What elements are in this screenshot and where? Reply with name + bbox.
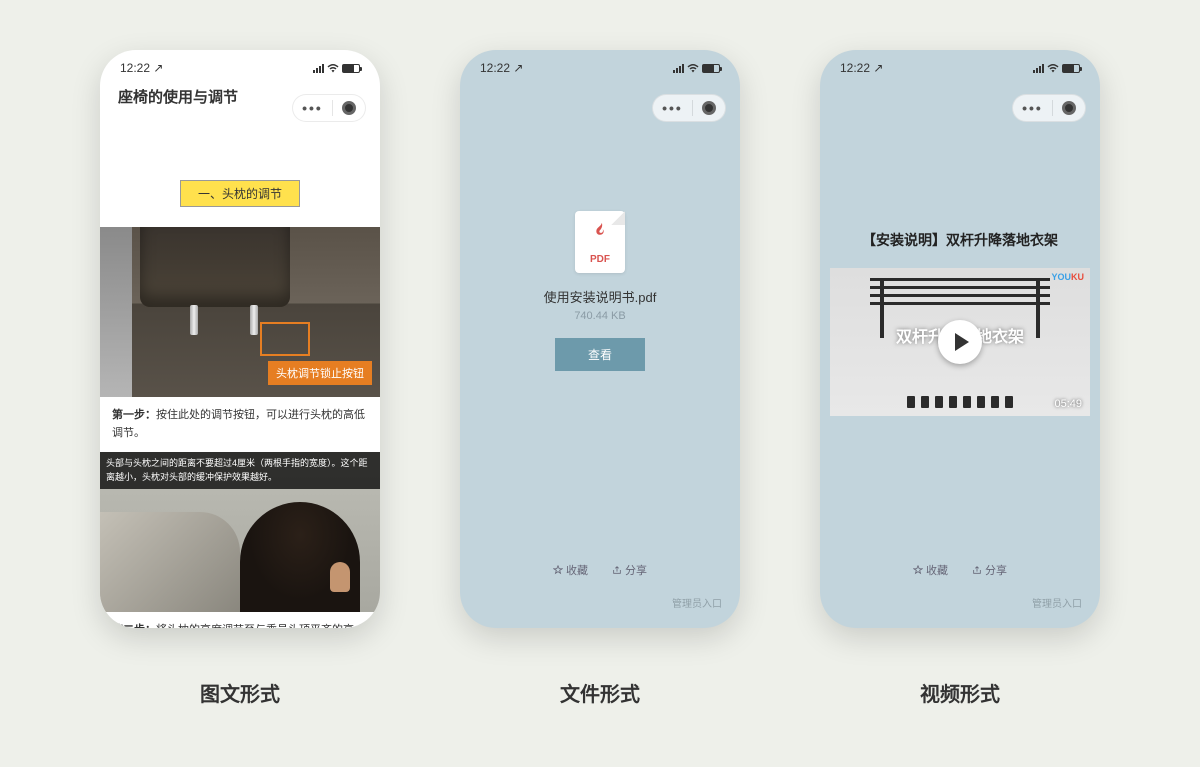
signal-icon: [1033, 64, 1044, 73]
phone-mockup-2: 12:22 ↗ ••• PDF 使用安装说明书.pdf 740.44 KB 查看: [460, 50, 740, 628]
video-duration: 05:49: [1054, 398, 1082, 410]
youku-logo: YOUKU: [1051, 272, 1084, 282]
more-icon[interactable]: •••: [1022, 101, 1043, 115]
admin-entry-link[interactable]: 管理员入口: [1032, 595, 1082, 610]
star-icon: [553, 565, 563, 575]
close-icon[interactable]: [1062, 101, 1076, 115]
column-label: 图文形式: [200, 678, 280, 707]
miniprogram-capsule[interactable]: •••: [652, 94, 726, 122]
video-title: 【安装说明】双杆升降落地衣架: [820, 230, 1100, 250]
status-time: 12:22 ↗: [480, 61, 523, 75]
wifi-icon: [1047, 62, 1059, 74]
battery-icon: [342, 64, 360, 73]
signal-icon: [313, 64, 324, 73]
share-button[interactable]: 分享: [972, 562, 1007, 578]
share-button[interactable]: 分享: [612, 562, 647, 578]
column-file: 12:22 ↗ ••• PDF 使用安装说明书.pdf 740.44 KB 查看: [460, 50, 740, 707]
phone-notch: [895, 50, 1025, 72]
location-icon: ↗: [153, 61, 163, 75]
close-icon[interactable]: [702, 101, 716, 115]
location-icon: ↗: [873, 61, 883, 75]
close-icon[interactable]: [342, 101, 356, 115]
column-label: 文件形式: [560, 678, 640, 707]
status-icons: [1033, 62, 1080, 74]
status-icons: [313, 62, 360, 74]
location-icon: ↗: [513, 61, 523, 75]
phone-mockup-3: 12:22 ↗ ••• 【安装说明】双杆升降落地衣架 YOUKU 双杆升降落地衣…: [820, 50, 1100, 628]
battery-icon: [1062, 64, 1080, 73]
pdf-icon: PDF: [575, 211, 625, 273]
signal-icon: [673, 64, 684, 73]
action-bar: 收藏 分享: [460, 562, 740, 578]
image-overlay-text: 头部与头枕之间的距离不要超过4厘米（两根手指的宽度）。这个距离越小，头枕对头部的…: [100, 452, 380, 489]
file-size: 740.44 KB: [460, 310, 740, 322]
share-icon: [612, 565, 622, 575]
column-video: 12:22 ↗ ••• 【安装说明】双杆升降落地衣架 YOUKU 双杆升降落地衣…: [820, 50, 1100, 707]
favorite-button[interactable]: 收藏: [553, 562, 588, 578]
image-annotation: 头枕调节锁止按钮: [268, 361, 372, 385]
status-icons: [673, 62, 720, 74]
file-block: PDF 使用安装说明书.pdf 740.44 KB 查看: [460, 211, 740, 371]
status-time: 12:22 ↗: [840, 61, 883, 75]
file-name: 使用安装说明书.pdf: [460, 287, 740, 306]
column-label: 视频形式: [920, 678, 1000, 707]
status-time: 12:22 ↗: [120, 61, 163, 75]
phone-mockup-1: 12:22 ↗ 座椅的使用与调节 ••• 一、头枕的调节 头枕调节锁止按钮 第一…: [100, 50, 380, 628]
column-image-text: 12:22 ↗ 座椅的使用与调节 ••• 一、头枕的调节 头枕调节锁止按钮 第一…: [100, 50, 380, 707]
share-icon: [972, 565, 982, 575]
article-body[interactable]: 一、头枕的调节 头枕调节锁止按钮 第一步：按住此处的调节按钮，可以进行头枕的高低…: [100, 130, 380, 628]
miniprogram-capsule[interactable]: •••: [292, 94, 366, 122]
play-icon[interactable]: [938, 320, 982, 364]
video-player[interactable]: YOUKU 双杆升降落地衣架 05:49: [830, 268, 1090, 416]
action-bar: 收藏 分享: [820, 562, 1100, 578]
video-thumbnail-content: [870, 278, 1050, 310]
article-image-1: 头枕调节锁止按钮: [100, 227, 380, 397]
more-icon[interactable]: •••: [662, 101, 683, 115]
favorite-button[interactable]: 收藏: [913, 562, 948, 578]
phone-notch: [175, 50, 305, 72]
section-heading: 一、头枕的调节: [180, 180, 300, 207]
article-caption-1: 第一步：按住此处的调节按钮，可以进行头枕的高低调节。: [100, 397, 380, 452]
admin-entry-link[interactable]: 管理员入口: [672, 595, 722, 610]
wifi-icon: [327, 62, 339, 74]
miniprogram-capsule[interactable]: •••: [1012, 94, 1086, 122]
more-icon[interactable]: •••: [302, 101, 323, 115]
article-title: 座椅的使用与调节: [118, 86, 238, 107]
article-image-2: 头部与头枕之间的距离不要超过4厘米（两根手指的宽度）。这个距离越小，头枕对头部的…: [100, 452, 380, 612]
view-button[interactable]: 查看: [555, 338, 645, 371]
battery-icon: [702, 64, 720, 73]
phone-notch: [535, 50, 665, 72]
wifi-icon: [687, 62, 699, 74]
star-icon: [913, 565, 923, 575]
article-caption-2: 第二步：将头枕的高度调节至与乘员头顶平齐的高: [100, 612, 380, 628]
